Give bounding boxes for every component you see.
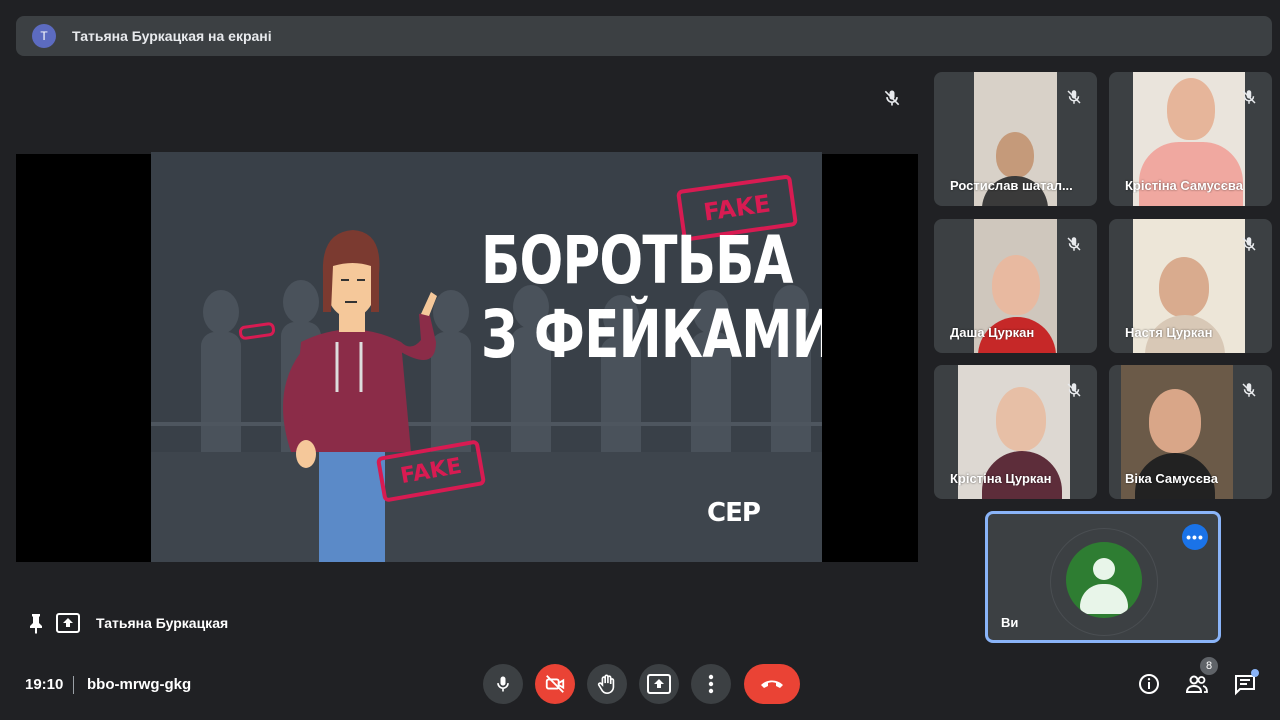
- slide-title-line1: БОРОТЬБА: [481, 222, 793, 299]
- info-icon[interactable]: [1137, 672, 1161, 696]
- mic-button[interactable]: [483, 664, 523, 704]
- clock: 19:10: [25, 676, 64, 693]
- participant-name: Крістіна Самусєва: [1125, 178, 1243, 193]
- chat-notification-dot: [1251, 669, 1259, 677]
- slide-logo: CEP: [707, 498, 761, 528]
- mic-off-icon: [1067, 237, 1081, 251]
- raise-hand-button[interactable]: [587, 664, 627, 704]
- presenter-name: Татьяна Буркацкая: [96, 615, 229, 631]
- participant-tile[interactable]: Ростислав шатал...: [934, 72, 1097, 206]
- self-tile[interactable]: ••• Ви: [985, 511, 1221, 643]
- participant-name: Крістіна Цуркан: [950, 471, 1052, 486]
- microphone-icon: [497, 676, 509, 692]
- camera-toggle-button[interactable]: [535, 664, 575, 704]
- hand-icon: [597, 674, 615, 694]
- slide-title: БОРОТЬБА З ФЕЙКАМИ: [481, 222, 822, 373]
- participant-name: Настя Цуркан: [1125, 325, 1213, 340]
- people-icon[interactable]: [1185, 672, 1209, 696]
- self-name: Ви: [1001, 615, 1019, 630]
- presenter-avatar: Т: [32, 24, 56, 48]
- mic-off-icon: [1067, 90, 1081, 104]
- mic-off-icon: [1242, 383, 1256, 397]
- camera-off-icon: [545, 675, 565, 693]
- participant-tile[interactable]: Настя Цуркан: [1109, 219, 1272, 353]
- participant-name: Ростислав шатал...: [950, 178, 1073, 193]
- participant-name: Віка Самусєва: [1125, 471, 1218, 486]
- phone-hangup-icon: [761, 680, 783, 688]
- participant-tile[interactable]: Віка Самусєва: [1109, 365, 1272, 499]
- more-vertical-icon: [708, 674, 714, 694]
- more-options-button[interactable]: [691, 664, 731, 704]
- meet-window: Т Татьяна Буркацкая на екрані FAKE FAKE …: [0, 0, 1280, 720]
- participant-name: Даша Цуркан: [950, 325, 1035, 340]
- pin-icon[interactable]: [28, 612, 44, 634]
- present-screen-icon: [647, 674, 671, 694]
- mic-off-icon: [884, 90, 900, 106]
- present-now-button[interactable]: [639, 664, 679, 704]
- participant-tile[interactable]: Крістіна Цуркан: [934, 365, 1097, 499]
- people-count-badge: 8: [1200, 657, 1218, 675]
- meeting-code: bbo-mrwg-gkg: [87, 676, 192, 693]
- divider: [73, 676, 74, 694]
- cartoon-character: [283, 230, 437, 562]
- more-options-button[interactable]: •••: [1182, 524, 1208, 550]
- presenting-banner: Т Татьяна Буркацкая на екрані: [16, 16, 1272, 56]
- leave-call-button[interactable]: [744, 664, 800, 704]
- presenting-banner-text: Татьяна Буркацкая на екрані: [72, 28, 272, 44]
- mic-off-icon: [1067, 383, 1081, 397]
- mic-off-icon: [1242, 90, 1256, 104]
- shared-slide: FAKE FAKE БОРОТЬБА З ФЕЙКАМИ CEP: [151, 152, 822, 562]
- self-avatar: [1066, 542, 1142, 618]
- slide-title-line2: З ФЕЙКАМИ: [481, 295, 822, 373]
- present-screen-icon: [56, 613, 80, 633]
- participant-tile[interactable]: Даша Цуркан: [934, 219, 1097, 353]
- mic-off-icon: [1242, 237, 1256, 251]
- participant-tile[interactable]: Крістіна Самусєва: [1109, 72, 1272, 206]
